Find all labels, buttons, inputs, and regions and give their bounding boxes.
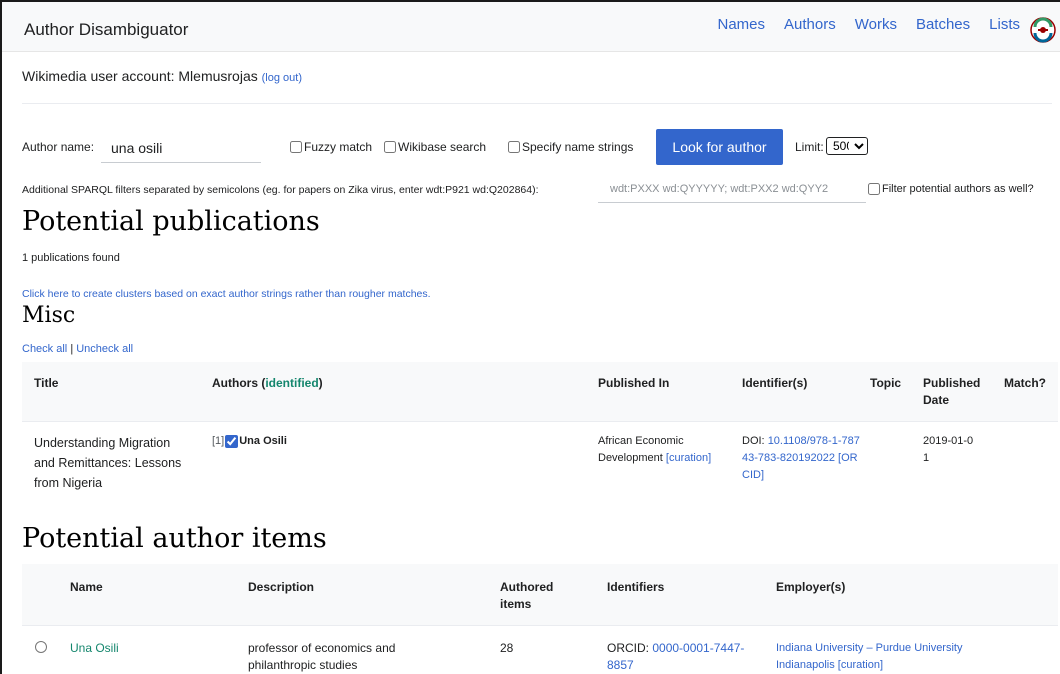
author-index: [1] — [212, 435, 225, 447]
author-name: Una Osili — [239, 435, 287, 447]
check-controls: Check all | Uncheck all — [22, 343, 133, 355]
publication-authors: [1] Una Osili — [212, 433, 287, 450]
wikibase-search-option[interactable]: Wikibase search — [384, 140, 486, 154]
filter-authors-checkbox[interactable] — [868, 183, 880, 195]
author-name-label: Author name: — [22, 140, 95, 154]
sparql-filters-label: Additional SPARQL filters separated by s… — [22, 184, 539, 196]
col-topic: Topic — [870, 376, 902, 390]
col-identifiers: Identifier(s) — [742, 376, 808, 390]
author-description: professor of economics and philanthropic… — [248, 641, 396, 672]
separator: | — [70, 343, 74, 355]
potential-publications-heading: Potential publications — [22, 206, 320, 237]
author-identifiers-cell: ORCID: 0000-0001-7447-8857 — [607, 640, 762, 674]
app-title[interactable]: Author Disambiguator — [24, 20, 188, 40]
limit-select[interactable]: 500 — [826, 137, 868, 155]
publication-title-link[interactable]: Understanding Migration and Remittances:… — [34, 433, 194, 493]
fuzzy-match-option[interactable]: Fuzzy match — [290, 140, 372, 154]
published-in-curation-link[interactable]: [curation] — [666, 452, 711, 464]
wikibase-search-checkbox[interactable] — [384, 141, 396, 153]
wikibase-search-label: Wikibase search — [398, 140, 487, 154]
window-frame-left — [0, 0, 2, 674]
nav-authors[interactable]: Authors — [784, 16, 836, 33]
employer-cell: Indiana University – Purdue University I… — [776, 640, 1006, 674]
nav-works[interactable]: Works — [855, 16, 897, 33]
filter-authors-label: Filter potential authors as well? — [882, 183, 1034, 195]
limit-label: Limit: — [795, 140, 824, 154]
fuzzy-match-checkbox[interactable] — [290, 141, 302, 153]
filter-authors-option[interactable]: Filter potential authors as well? — [868, 183, 1034, 195]
published-in-cell: African Economic Development [curation] — [598, 433, 728, 467]
col-authors-close: ) — [318, 376, 323, 390]
col-name: Name — [70, 580, 103, 594]
main-nav: Names Authors Works Batches Lists — [718, 16, 1021, 33]
author-item-name-link[interactable]: Una Osili — [70, 640, 119, 657]
col-authors-label: Authors ( — [212, 376, 266, 390]
account-line: Wikimedia user account: Mlemusrojas (log… — [22, 68, 302, 84]
doi-label: DOI: — [742, 435, 765, 447]
author-name-input[interactable] — [101, 133, 261, 163]
employer-curation-link[interactable]: [curation] — [838, 659, 883, 671]
look-for-author-button[interactable]: Look for author — [656, 129, 783, 165]
nav-names[interactable]: Names — [718, 16, 766, 33]
publications-count: 1 publications found — [22, 252, 120, 264]
published-date-cell: 2019-01-01 — [923, 435, 974, 464]
potential-author-items-heading: Potential author items — [22, 523, 327, 554]
fuzzy-match-label: Fuzzy match — [304, 140, 373, 154]
top-navbar: Author Disambiguator Names Authors Works… — [2, 2, 1060, 52]
col-authors: Authors (identified) — [212, 375, 323, 392]
author-select-radio[interactable] — [35, 641, 47, 653]
logout-link[interactable]: (log out) — [262, 72, 302, 84]
authored-items-count: 28 — [500, 641, 514, 655]
identifiers-cell: DOI: 10.1108/978-1-78743-783-820192022 [… — [742, 433, 860, 484]
nav-lists[interactable]: Lists — [989, 16, 1020, 33]
create-clusters-link[interactable]: Click here to create clusters based on e… — [22, 288, 431, 300]
col-employers: Employer(s) — [776, 580, 846, 594]
specify-name-strings-checkbox[interactable] — [508, 141, 520, 153]
col-match: Match? — [1004, 376, 1046, 390]
specify-name-strings-option[interactable]: Specify name strings — [508, 140, 633, 154]
nav-batches[interactable]: Batches — [916, 16, 970, 33]
misc-group-heading: Misc — [22, 303, 76, 328]
uncheck-all-link[interactable]: Uncheck all — [76, 343, 133, 355]
col-published-date: Published Date — [923, 376, 981, 407]
account-text: Wikimedia user account: Mlemusrojas — [22, 68, 258, 84]
divider — [22, 103, 1052, 104]
sparql-filters-input[interactable] — [598, 175, 866, 203]
col-author-identifiers: Identifiers — [607, 580, 665, 594]
specify-name-strings-label: Specify name strings — [522, 140, 634, 154]
wikidata-tool-logo-icon[interactable] — [1030, 17, 1056, 43]
col-description: Description — [248, 580, 315, 594]
col-authors-identified: identified — [265, 376, 319, 390]
col-title: Title — [34, 376, 59, 390]
col-authored-items: Authored items — [500, 580, 554, 611]
col-published-in: Published In — [598, 376, 670, 390]
orcid-label: ORCID: — [607, 641, 649, 655]
check-all-link[interactable]: Check all — [22, 343, 67, 355]
author-select-checkbox[interactable] — [225, 435, 239, 448]
publications-table-header — [22, 362, 1058, 422]
